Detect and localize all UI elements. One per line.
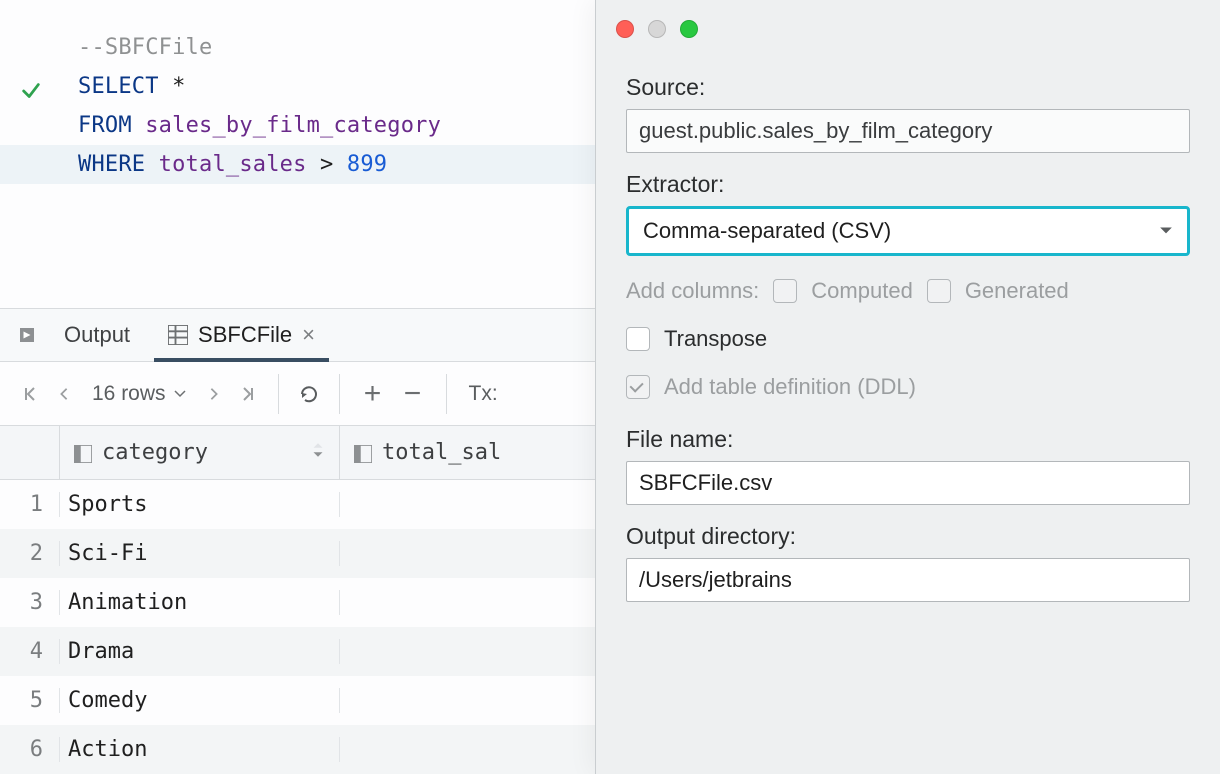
tab-output[interactable]: Output — [50, 309, 144, 361]
add-row-button[interactable]: + — [356, 377, 390, 411]
table-icon — [168, 325, 188, 345]
ddl-checkbox — [626, 375, 650, 399]
tab-label: SBFCFile — [198, 322, 292, 348]
column-icon — [354, 444, 372, 462]
file-name-label: File name: — [626, 426, 1190, 453]
separator — [278, 374, 279, 414]
column-icon — [74, 444, 92, 462]
row-number: 1 — [0, 492, 60, 517]
cell-category[interactable]: Drama — [60, 639, 340, 664]
chevron-down-icon — [1159, 224, 1173, 238]
prev-page-button[interactable] — [50, 380, 78, 408]
output-dir-field[interactable] — [626, 558, 1190, 602]
refresh-button[interactable] — [295, 380, 323, 408]
row-number: 5 — [0, 688, 60, 713]
row-number: 3 — [0, 590, 60, 615]
sort-indicator-icon[interactable] — [311, 440, 325, 465]
source-label: Source: — [626, 74, 1190, 101]
source-field[interactable] — [626, 109, 1190, 153]
output-dir-label: Output directory: — [626, 523, 1190, 550]
close-icon[interactable]: × — [302, 322, 315, 348]
column-header-category[interactable]: category — [60, 426, 340, 479]
row-number: 6 — [0, 737, 60, 762]
chevron-down-icon — [174, 388, 186, 400]
zoom-window-button[interactable] — [680, 20, 698, 38]
first-page-button[interactable] — [16, 380, 44, 408]
tx-label: Tx: — [463, 382, 498, 406]
file-name-field[interactable] — [626, 461, 1190, 505]
add-columns-row: Add columns: Computed Generated — [626, 278, 1190, 304]
sql-comment: --SBFCFile — [78, 35, 212, 60]
separator — [446, 374, 447, 414]
cell-category[interactable]: Action — [60, 737, 340, 762]
computed-label: Computed — [811, 278, 913, 304]
cell-category[interactable]: Sci-Fi — [60, 541, 340, 566]
sql-keyword: WHERE — [78, 152, 159, 177]
row-number-header — [0, 426, 60, 479]
transpose-label: Transpose — [664, 326, 767, 352]
row-count-label[interactable]: 16 rows — [84, 382, 194, 406]
column-title: category — [102, 440, 208, 465]
cell-category[interactable]: Comedy — [60, 688, 340, 713]
last-page-button[interactable] — [234, 380, 262, 408]
row-number: 2 — [0, 541, 60, 566]
next-page-button[interactable] — [200, 380, 228, 408]
remove-row-button[interactable]: − — [396, 377, 430, 411]
generated-label: Generated — [965, 278, 1069, 304]
sql-keyword: FROM — [78, 113, 145, 138]
tab-label: Output — [64, 322, 130, 348]
computed-checkbox — [773, 279, 797, 303]
export-dialog: Source: Extractor: Comma-separated (CSV)… — [595, 0, 1220, 774]
extractor-value: Comma-separated (CSV) — [643, 218, 891, 244]
add-columns-label: Add columns: — [626, 278, 759, 304]
statement-ok-check-icon — [20, 80, 44, 104]
transpose-checkbox[interactable] — [626, 327, 650, 351]
separator — [339, 374, 340, 414]
sql-identifier: sales_by_film_category — [145, 113, 441, 138]
sql-number: 899 — [347, 152, 387, 177]
cell-category[interactable]: Sports — [60, 492, 340, 517]
column-title: total_sal — [382, 440, 501, 465]
sql-star: * — [172, 74, 185, 99]
traffic-lights — [596, 0, 1220, 38]
sql-operator: > — [307, 152, 347, 177]
extractor-label: Extractor: — [626, 171, 1190, 198]
sql-keyword: SELECT — [78, 74, 172, 99]
transpose-row: Transpose — [626, 326, 1190, 352]
run-output-icon[interactable] — [14, 322, 40, 348]
close-window-button[interactable] — [616, 20, 634, 38]
ddl-label: Add table definition (DDL) — [664, 374, 916, 400]
sql-identifier: total_sales — [159, 152, 307, 177]
row-number: 4 — [0, 639, 60, 664]
extractor-select[interactable]: Comma-separated (CSV) — [626, 206, 1190, 256]
row-count-text: 16 rows — [92, 382, 166, 406]
ddl-row: Add table definition (DDL) — [626, 374, 1190, 400]
generated-checkbox — [927, 279, 951, 303]
cell-category[interactable]: Animation — [60, 590, 340, 615]
tab-sbfcfile[interactable]: SBFCFile × — [154, 309, 329, 361]
minimize-window-button — [648, 20, 666, 38]
